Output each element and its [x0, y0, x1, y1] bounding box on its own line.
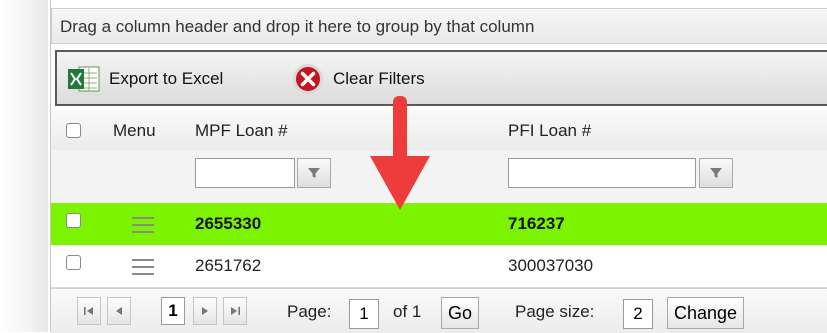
pfi-loan-cell: 300037030 — [508, 256, 594, 275]
go-button[interactable]: Go — [441, 297, 480, 329]
pfi-filter-button[interactable] — [699, 158, 733, 188]
pfi-loan-cell: 716237 — [508, 214, 565, 233]
annotation-arrow — [370, 96, 430, 210]
hamburger-icon[interactable] — [132, 217, 154, 233]
first-page-button[interactable] — [77, 297, 101, 325]
group-bar-text: Drag a column header and drop it here to… — [60, 17, 535, 36]
row-checkbox[interactable] — [66, 255, 81, 270]
last-page-button[interactable] — [223, 297, 247, 325]
current-page-button[interactable]: 1 — [161, 297, 185, 325]
page-margin — [0, 0, 48, 332]
funnel-icon — [308, 168, 320, 178]
next-page-button[interactable] — [193, 297, 217, 325]
prev-page-button[interactable] — [107, 297, 131, 325]
mpf-filter-input[interactable] — [195, 158, 295, 188]
last-page-icon — [231, 307, 240, 315]
next-page-icon — [202, 307, 208, 315]
page-size-input[interactable]: 2 — [623, 299, 653, 329]
group-drop-area[interactable]: Drag a column header and drop it here to… — [51, 8, 827, 44]
hamburger-icon[interactable] — [132, 259, 154, 275]
page-label: Page: — [287, 302, 332, 321]
mpf-filter-button[interactable] — [297, 158, 331, 188]
column-header-pfi-loan[interactable]: PFI Loan # — [508, 121, 591, 141]
table-row[interactable]: 2655330 716237 — [51, 203, 827, 245]
column-header-row: Menu MPF Loan # PFI Loan # — [51, 110, 827, 151]
pfi-filter-input[interactable] — [508, 158, 696, 188]
funnel-icon — [710, 168, 722, 178]
row-checkbox[interactable] — [66, 213, 81, 228]
loan-grid: Drag a column header and drop it here to… — [50, 0, 827, 333]
clear-filters-label: Clear Filters — [333, 69, 425, 88]
export-to-excel-button[interactable]: Export to Excel — [67, 62, 223, 96]
grid-pager: 1 Page: 1 of 1 Go Page size: 2 Change — [51, 288, 827, 333]
mpf-loan-cell: 2655330 — [195, 214, 262, 233]
export-to-excel-label: Export to Excel — [109, 69, 224, 88]
prev-page-icon — [116, 307, 122, 315]
column-header-mpf-loan[interactable]: MPF Loan # — [195, 121, 288, 141]
grid-toolbar: Export to Excel Clear Filters — [55, 50, 827, 106]
change-button[interactable]: Change — [667, 297, 745, 329]
page-size-label: Page size: — [515, 302, 595, 321]
page-number-input[interactable]: 1 — [349, 299, 379, 329]
excel-icon — [67, 64, 101, 94]
filter-row — [51, 150, 827, 204]
table-row[interactable]: 2651762 300037030 — [51, 245, 827, 288]
first-page-icon — [84, 307, 93, 315]
column-header-menu[interactable]: Menu — [113, 121, 156, 141]
page-count-label: of 1 — [393, 302, 422, 321]
mpf-loan-cell: 2651762 — [195, 256, 262, 275]
select-all-checkbox[interactable] — [66, 123, 81, 138]
clear-filter-icon — [291, 62, 325, 96]
clear-filters-button[interactable]: Clear Filters — [291, 62, 425, 96]
